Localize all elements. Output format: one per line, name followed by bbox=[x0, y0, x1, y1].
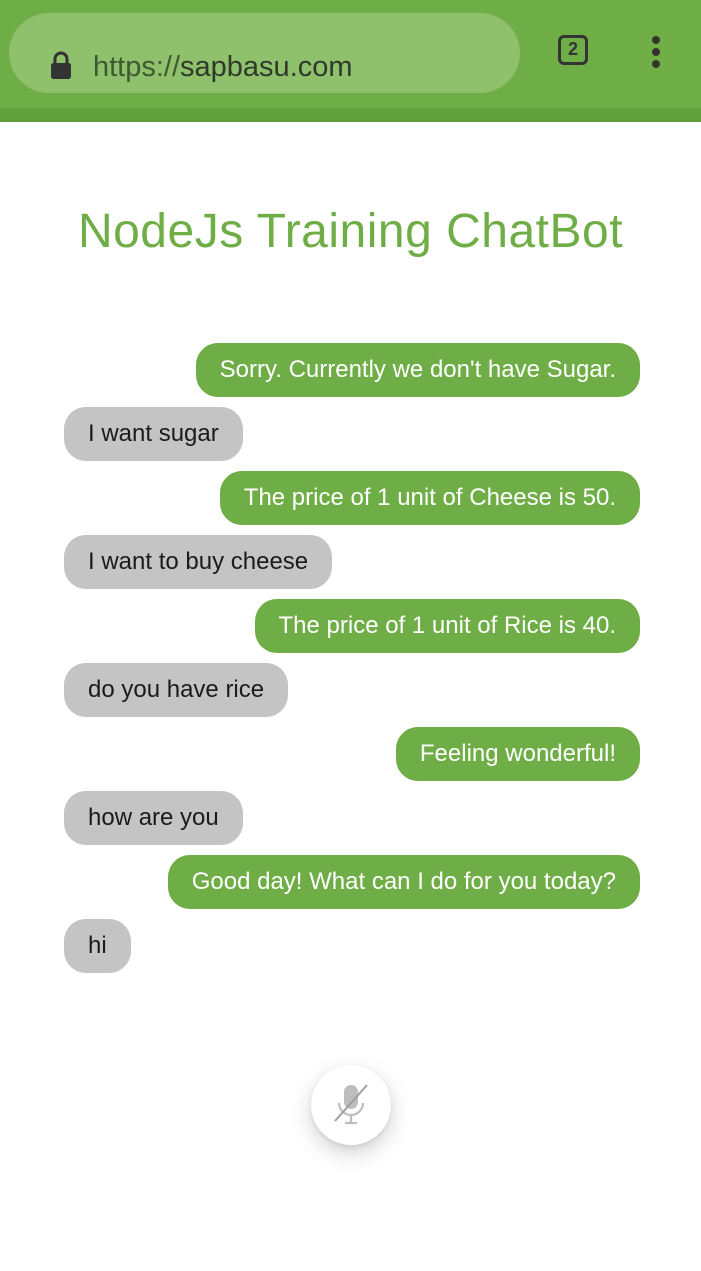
user-message-row: hi bbox=[64, 919, 640, 973]
bot-message-bubble: Sorry. Currently we don't have Sugar. bbox=[195, 343, 640, 397]
bot-message-row: The price of 1 unit of Rice is 40. bbox=[64, 599, 640, 653]
user-message-row: I want to buy cheese bbox=[64, 535, 640, 589]
bot-message-row: The price of 1 unit of Cheese is 50. bbox=[64, 471, 640, 525]
bot-message-row: Feeling wonderful! bbox=[64, 727, 640, 781]
bot-message-bubble: The price of 1 unit of Cheese is 50. bbox=[219, 471, 640, 525]
tab-switcher-button[interactable]: 2 bbox=[558, 35, 588, 65]
user-message-bubble: hi bbox=[64, 919, 131, 973]
address-bar[interactable]: https://sapbasu.com bbox=[9, 13, 520, 93]
user-message-bubble: I want sugar bbox=[64, 407, 243, 461]
overflow-menu-icon[interactable] bbox=[646, 36, 666, 72]
chat-message-list: Sorry. Currently we don't have Sugar. I w… bbox=[64, 343, 640, 983]
bot-message-bubble: The price of 1 unit of Rice is 40. bbox=[254, 599, 640, 653]
user-message-bubble: do you have rice bbox=[64, 663, 289, 717]
page-title: NodeJs Training ChatBot bbox=[77, 205, 624, 258]
url-scheme: https:// bbox=[93, 51, 181, 83]
bot-message-row: Sorry. Currently we don't have Sugar. bbox=[64, 343, 640, 397]
toolbar-divider bbox=[0, 108, 701, 122]
bot-message-bubble: Good day! What can I do for you today? bbox=[167, 855, 640, 909]
microphone-button[interactable] bbox=[311, 1065, 391, 1145]
browser-toolbar: https://sapbasu.com 2 bbox=[0, 0, 701, 108]
user-message-bubble: I want to buy cheese bbox=[64, 535, 333, 589]
lock-icon bbox=[51, 51, 71, 79]
url-host: sapbasu.com bbox=[180, 51, 353, 83]
user-message-row: do you have rice bbox=[64, 663, 640, 717]
bot-message-row: Good day! What can I do for you today? bbox=[64, 855, 640, 909]
microphone-off-icon bbox=[334, 1084, 368, 1125]
user-message-row: how are you bbox=[64, 791, 640, 845]
bot-message-bubble: Feeling wonderful! bbox=[395, 727, 640, 781]
user-message-row: I want sugar bbox=[64, 407, 640, 461]
url-text[interactable]: https://sapbasu.com bbox=[93, 47, 353, 87]
user-message-bubble: how are you bbox=[64, 791, 243, 845]
